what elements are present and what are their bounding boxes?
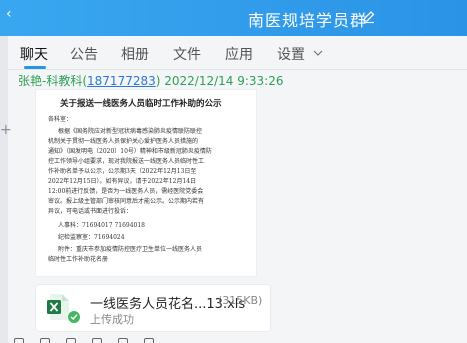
folder-icon[interactable] <box>66 338 76 343</box>
image-icon[interactable] <box>92 338 102 343</box>
tab-chat[interactable]: 聊天 <box>20 44 48 64</box>
tab-album[interactable]: 相册 <box>121 44 149 64</box>
file-size: (315KB) <box>218 294 263 307</box>
tab-apps[interactable]: 应用 <box>225 44 253 64</box>
notice-line: 附件：重庆市参加疫情防控医疗卫生单位一线医务人员 <box>58 246 203 253</box>
notice-line: 2022年12月15日）。如有异议，请于2022年12月14日 <box>48 178 197 185</box>
tab-files[interactable]: 文件 <box>173 44 201 64</box>
chevron-down-icon[interactable] <box>313 49 323 57</box>
screenshot-icon[interactable] <box>40 338 50 343</box>
notice-title: 关于报送一线医务人员临时工作补助的公示 <box>60 99 222 109</box>
expand-icon[interactable]: + <box>0 122 12 138</box>
notice-line: 临时性工作补助花名册 <box>48 256 109 263</box>
active-tab-indicator <box>24 66 46 69</box>
upload-success-icon <box>67 310 81 324</box>
title-bar: ‹ 南医规培学员群 <box>0 0 467 36</box>
tab-announcements[interactable]: 公告 <box>70 44 98 64</box>
notice-line: 人事科：71694017 71694018 <box>58 222 145 229</box>
edit-icon[interactable] <box>362 10 376 24</box>
notice-line: 12:00前进行反馈，是否为一线医务人员，需经医院党委会 <box>48 188 204 195</box>
notice-line: 作补助名单予以公示，公示期3天（2022年12月13日至 <box>48 168 197 175</box>
notice-line: 异议，可电话或书面进行投诉： <box>48 208 133 215</box>
voice-icon[interactable] <box>118 338 128 343</box>
notice-line: 审议。报上级主管部门审核同意后才能公示。公示期内若有 <box>48 198 205 205</box>
sender-id-link[interactable]: 187177283 <box>87 74 156 88</box>
notice-line: 各科室： <box>48 116 73 123</box>
message-header: 张艳-科教科(187177283) 2022/12/14 9:33:26 <box>18 74 284 88</box>
emoji-icon[interactable] <box>14 338 24 343</box>
left-strip: + <box>0 36 12 343</box>
notice-line: 纪检监察室：71694024 <box>58 234 125 241</box>
more-icon[interactable] <box>144 338 154 343</box>
sender-name[interactable]: 张艳-科教科 <box>18 74 82 88</box>
file-message-card[interactable]: 一线医务人员花名...13.xls (315KB) 上传成功 <box>36 285 270 331</box>
notice-line: 通知》（国发明电〔2020〕10号）精神和市级新冠肺炎疫情防 <box>48 148 212 155</box>
group-title: 南医规培学员群 <box>248 11 368 30</box>
notice-line: 控工作领导小组要求，现对我院报送一线医务人员临时性工 <box>48 158 205 165</box>
input-toolbar <box>8 336 467 343</box>
tab-bar: 聊天 公告 相册 文件 应用 设置 <box>8 36 467 70</box>
back-icon[interactable]: ‹ <box>6 6 12 22</box>
tab-settings[interactable]: 设置 <box>277 44 305 64</box>
excel-file-icon <box>47 294 69 320</box>
notice-line: 机制关于贯彻一线医务人员保护关心爱护医务人员措施的 <box>48 138 199 145</box>
notice-line: 根据《国务院应对新型冠状病毒感染肺炎疫情联防联控 <box>58 128 203 135</box>
notice-image[interactable]: 关于报送一线医务人员临时工作补助的公示 各科室： 根据《国务院应对新型冠状病毒感… <box>36 90 256 276</box>
message-timestamp: 2022/12/14 9:33:26 <box>164 74 284 88</box>
upload-status: 上传成功 <box>90 313 134 326</box>
